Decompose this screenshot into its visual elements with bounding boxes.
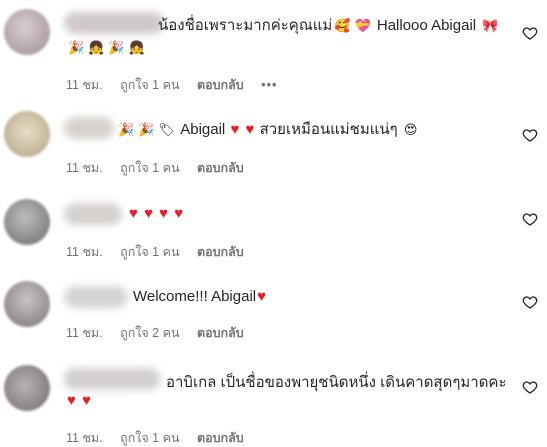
comment-text-line2: 🎉 👧 🎉 👧 xyxy=(66,38,147,58)
comment-meta: 11 ชม. ถูกใจ 1 คน ตอบกลับ ••• xyxy=(66,77,291,93)
comment-text: อาบิเกล เป็นชื่อของพายุชนิดหนึ่ง เดินคาด… xyxy=(166,373,507,393)
red-heart-emoji: ♥ xyxy=(82,392,91,409)
avatar[interactable] xyxy=(4,199,50,245)
label-emoji: 🏷 xyxy=(158,122,175,137)
heart-outline-icon[interactable] xyxy=(522,127,538,143)
comment-text-part: สวยเหมือนแม่ชมแน่ๆ xyxy=(259,121,398,138)
comment-text-line2: ♥ ♥ xyxy=(66,391,92,411)
reply-button[interactable]: ตอบกลับ xyxy=(197,431,244,445)
comment-text-part: อาบิเกล เป็นชื่อของพายุชนิดหนึ่ง เดินคาด… xyxy=(166,374,507,391)
comment-meta: 11 ชม. ถูกใจ 2 คน ตอบกลับ xyxy=(66,325,258,341)
party-popper-emoji: 🎉 xyxy=(138,122,155,137)
comment-meta: 11 ชม. ถูกใจ 1 คน ตอบกลับ xyxy=(66,244,258,260)
reply-button[interactable]: ตอบกลับ xyxy=(197,245,244,259)
party-popper-emoji: 🎉 xyxy=(118,122,135,137)
comment-meta: 11 ชม. ถูกใจ 1 คน ตอบกลับ xyxy=(66,430,258,446)
timestamp[interactable]: 11 ชม. xyxy=(66,326,103,340)
reply-button[interactable]: ตอบกลับ xyxy=(197,78,244,92)
comment-text: Welcome!!! Abigail♥ xyxy=(133,287,267,307)
red-heart-emoji: ♥ xyxy=(230,121,240,138)
ribbon-emoji: 🎀 xyxy=(482,18,499,33)
red-heart-emoji: ♥ xyxy=(159,205,169,222)
comment-text-part: Welcome!!! Abigail xyxy=(133,288,257,305)
heart-ribbon-emoji: 💝 xyxy=(354,18,371,33)
username-blurred[interactable] xyxy=(64,203,122,225)
avatar[interactable] xyxy=(4,281,50,327)
red-heart-emoji: ♥ xyxy=(174,205,184,222)
red-heart-emoji: ♥ xyxy=(129,205,138,222)
timestamp[interactable]: 11 ชม. xyxy=(66,431,103,445)
comment-text: น้องชื่อเพราะมากค่ะคุณแม่ 🥰 💝 Hallooo Abig… xyxy=(158,16,500,36)
username-blurred[interactable] xyxy=(64,117,114,139)
username-blurred[interactable] xyxy=(64,12,164,34)
red-heart-emoji: ♥ xyxy=(67,392,76,409)
party-popper-emoji: 🎉 xyxy=(108,40,125,55)
heart-eyes-emoji: 😍 xyxy=(403,122,418,137)
heart-outline-icon[interactable] xyxy=(522,294,538,310)
avatar[interactable] xyxy=(4,365,50,411)
red-heart-emoji: ♥ xyxy=(245,121,255,138)
comment-text-part: น้องชื่อเพราะมากค่ะคุณแม่ xyxy=(158,17,333,34)
child-emoji: 👧 xyxy=(128,40,145,55)
comment-text-part: Abigail xyxy=(180,121,226,138)
avatar[interactable] xyxy=(4,9,50,55)
like-count[interactable]: ถูกใจ 1 คน xyxy=(120,78,179,92)
comment-text: 🎉 🎉 🏷 Abigail ♥ ♥ สวยเหมือนแม่ชมแน่ๆ 😍 xyxy=(116,120,419,140)
kiss-face-emoji: 🥰 xyxy=(334,18,351,33)
username-blurred[interactable] xyxy=(64,368,160,390)
like-count[interactable]: ถูกใจ 1 คน xyxy=(120,161,179,175)
party-popper-emoji: 🎉 xyxy=(68,40,85,55)
red-heart-emoji: ♥ xyxy=(257,288,267,305)
timestamp[interactable]: 11 ชม. xyxy=(66,245,103,259)
comment-text: ♥ ♥ ♥ ♥ xyxy=(128,204,184,224)
like-count[interactable]: ถูกใจ 1 คน xyxy=(120,245,179,259)
reply-button[interactable]: ตอบกลับ xyxy=(197,326,244,340)
red-heart-emoji: ♥ xyxy=(144,205,153,222)
comment-meta: 11 ชม. ถูกใจ 1 คน ตอบกลับ xyxy=(66,160,258,176)
heart-outline-icon[interactable] xyxy=(522,25,538,41)
timestamp[interactable]: 11 ชม. xyxy=(66,161,103,175)
heart-outline-icon[interactable] xyxy=(522,379,538,395)
timestamp[interactable]: 11 ชม. xyxy=(66,78,103,92)
username-blurred[interactable] xyxy=(64,286,128,308)
like-count[interactable]: ถูกใจ 2 คน xyxy=(120,326,179,340)
avatar[interactable] xyxy=(4,111,50,157)
reply-button[interactable]: ตอบกลับ xyxy=(197,161,244,175)
more-dots-icon[interactable]: ••• xyxy=(261,78,277,92)
child-emoji: 👧 xyxy=(88,40,105,55)
like-count[interactable]: ถูกใจ 1 คน xyxy=(120,431,179,445)
heart-outline-icon[interactable] xyxy=(522,211,538,227)
comment-text-part: Hallooo Abigail xyxy=(376,17,477,34)
